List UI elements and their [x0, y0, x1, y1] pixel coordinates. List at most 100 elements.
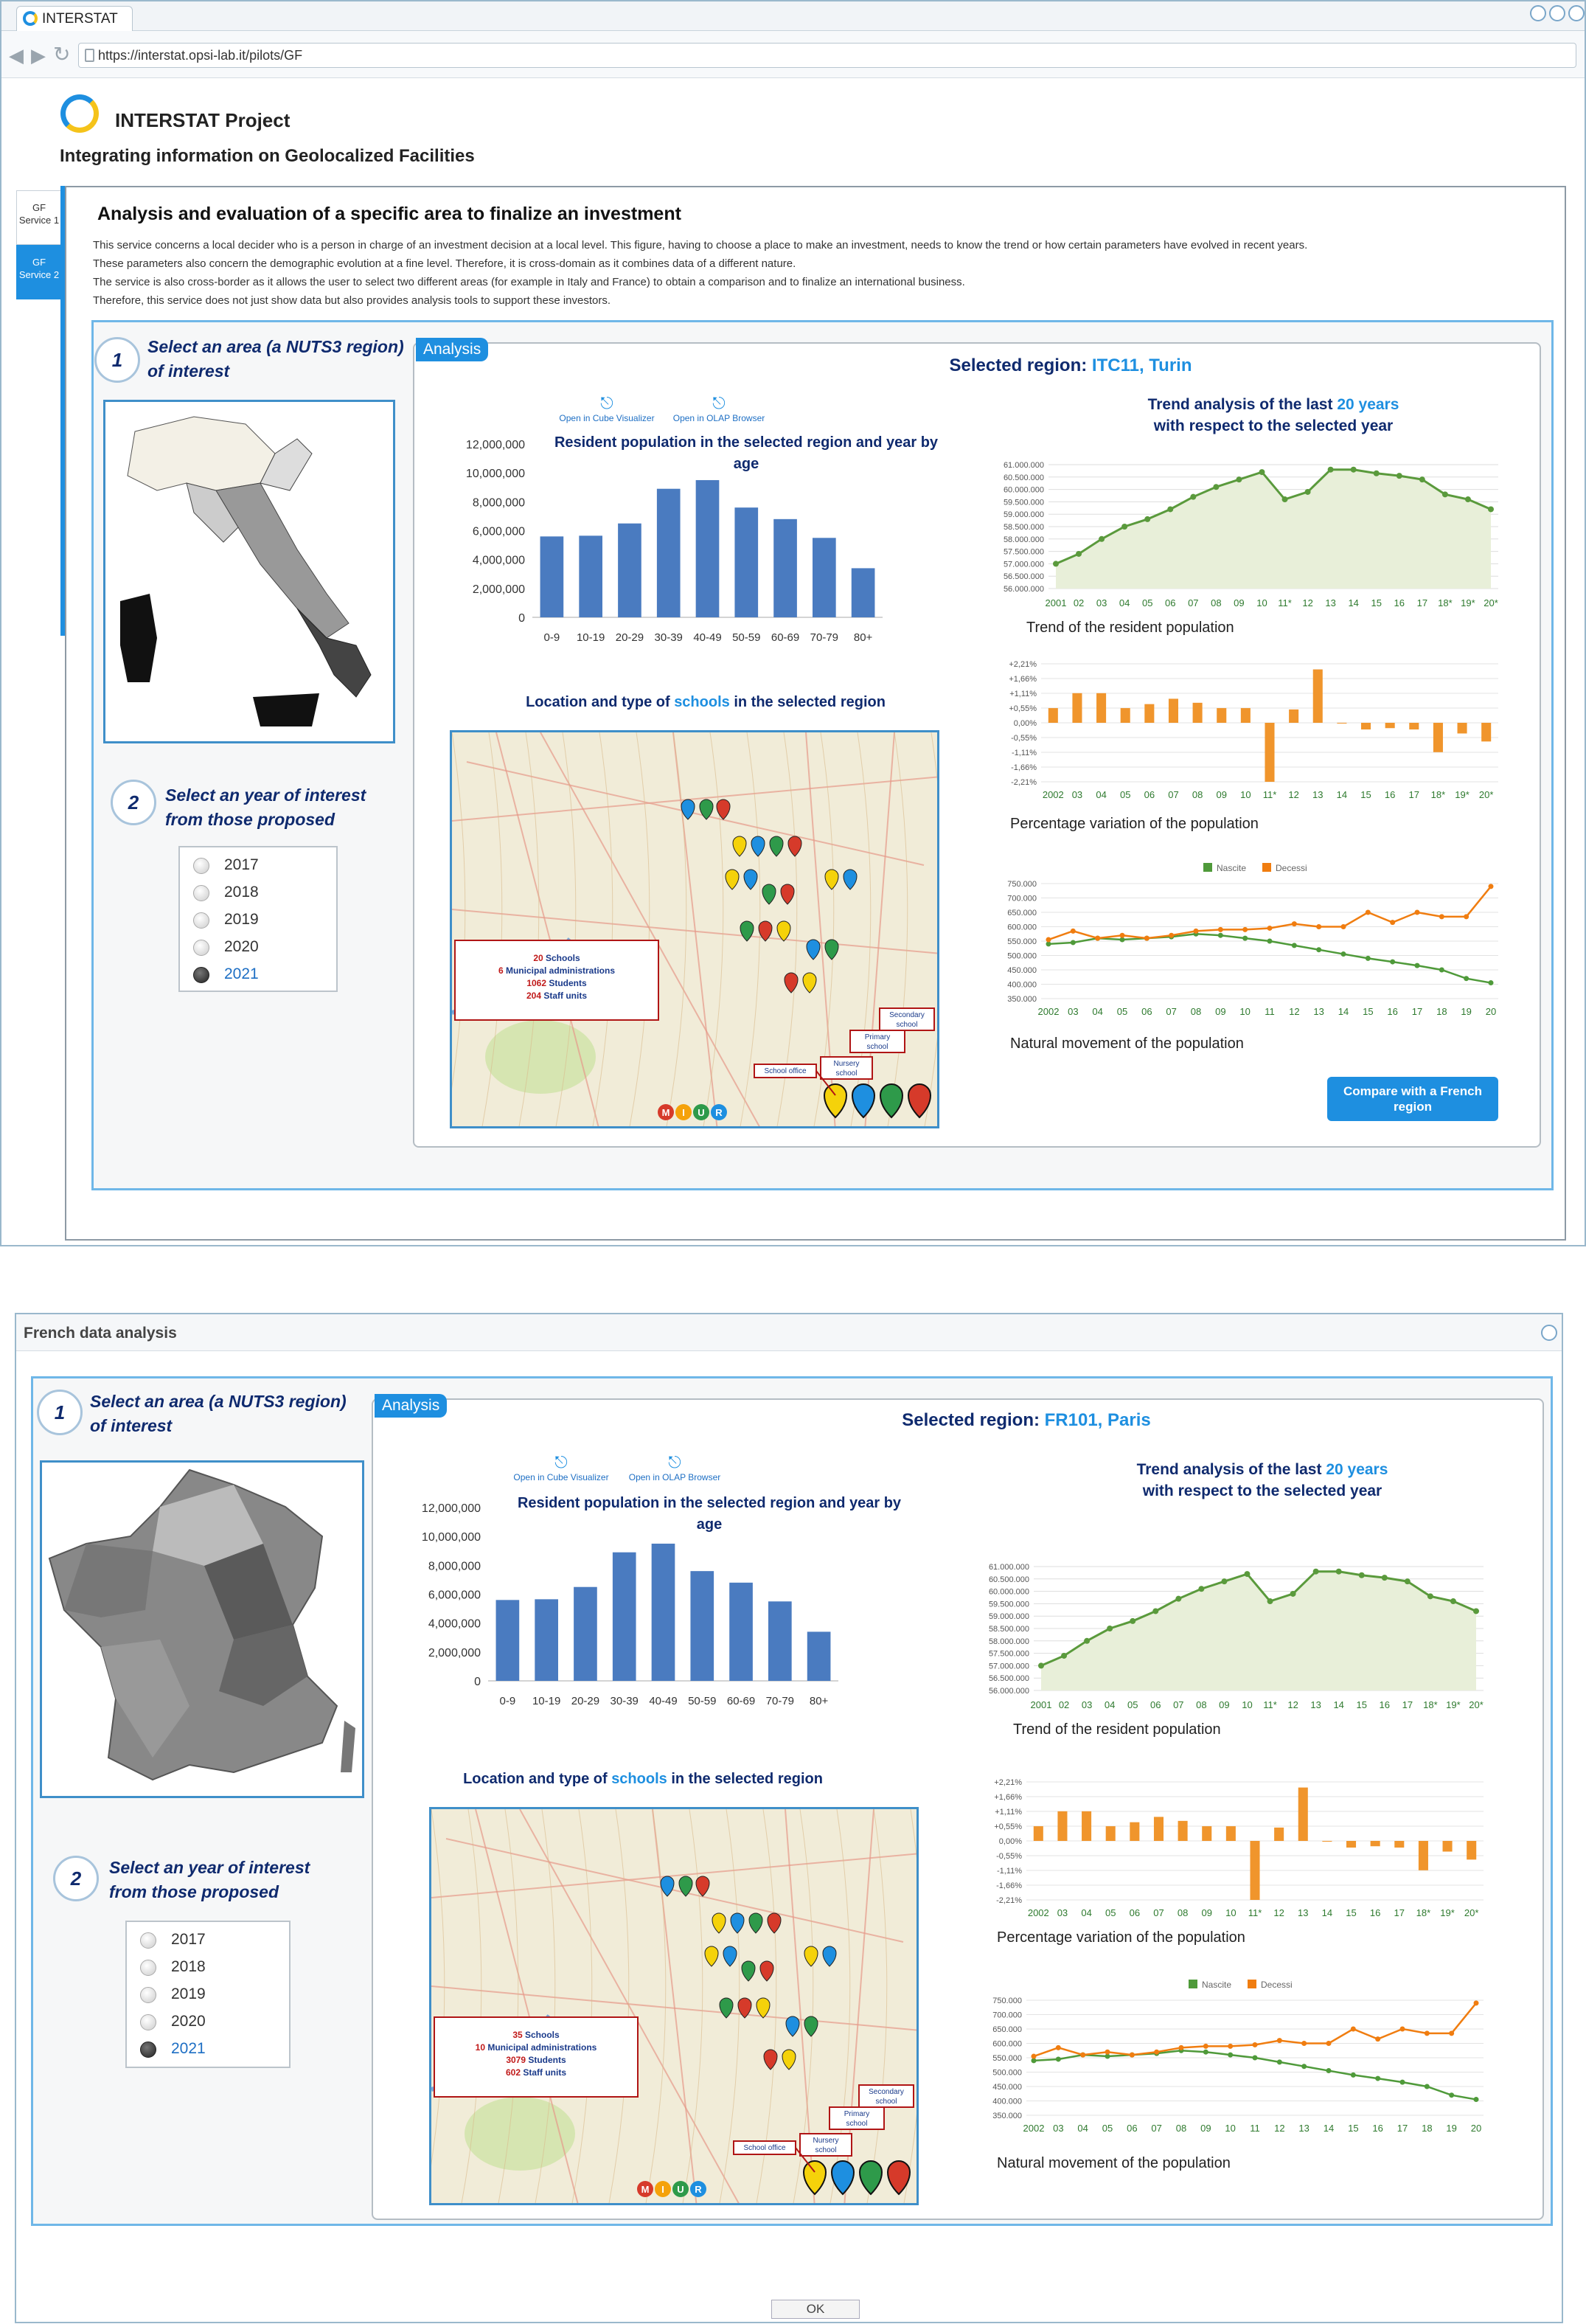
map-title-hl: schools — [674, 694, 730, 710]
italy-map-shape[interactable] — [105, 402, 393, 741]
year-option-2017[interactable]: 2017 — [127, 1926, 289, 1953]
url-input[interactable]: https://interstat.opsi-lab.it/pilots/GF — [78, 43, 1576, 68]
italy-map[interactable] — [103, 400, 395, 743]
series-point — [1080, 2052, 1086, 2058]
open-olap-browser-link[interactable]: ⎋ Open in OLAP Browser — [619, 1453, 730, 1482]
series-point — [1350, 2026, 1356, 2032]
radio-icon[interactable] — [140, 1932, 156, 1949]
back-arrow-icon[interactable]: ◀ — [9, 44, 24, 67]
open-cube-visualizer-link[interactable]: ⎋ Open in Cube Visualizer — [506, 1453, 616, 1482]
x-tick-label: 20* — [1484, 597, 1498, 608]
year-option-2019[interactable]: 2019 — [180, 906, 336, 933]
maximize-icon[interactable] — [1549, 5, 1565, 21]
region-name: ITC11, Turin — [1091, 355, 1192, 375]
pct-bar — [1072, 693, 1082, 723]
y-tick-label: 650.000 — [1007, 909, 1037, 918]
radio-icon[interactable] — [193, 885, 209, 901]
year-option-2020[interactable]: 2020 — [127, 2008, 289, 2035]
year-label: 2021 — [224, 965, 259, 982]
x-tick-label: 40-49 — [649, 1695, 677, 1707]
x-tick-label: 80+ — [810, 1695, 829, 1707]
year-option-2018[interactable]: 2018 — [180, 878, 336, 906]
series-point — [1203, 2049, 1208, 2055]
series-line — [1033, 2002, 1477, 2058]
x-tick-label: 05 — [1117, 1006, 1127, 1017]
y-tick-label: 58.500.000 — [1004, 523, 1044, 532]
trend-point — [1130, 1617, 1136, 1624]
pct-bar — [1033, 1826, 1043, 1841]
primary-school-label-text: Primary — [865, 1033, 890, 1041]
series-point — [1424, 2084, 1430, 2089]
trend-point — [1038, 1662, 1044, 1669]
series-point — [1399, 2026, 1405, 2032]
x-tick-label: 19 — [1461, 1006, 1471, 1017]
sidebar-tab-label: GF Service 1 — [18, 202, 60, 226]
y-tick-label: 550.000 — [1007, 937, 1037, 946]
series-point — [1217, 932, 1223, 938]
link-label: Open in OLAP Browser — [628, 1472, 721, 1482]
x-tick-label: 2002 — [1028, 1907, 1049, 1918]
year-option-2021[interactable]: 2021 — [127, 2035, 289, 2062]
y-tick-label: -1,66% — [996, 1881, 1022, 1890]
x-tick-label: 70-79 — [766, 1695, 794, 1707]
year-option-2018[interactable]: 2018 — [127, 1953, 289, 1980]
nursery-school-label-text: school — [836, 1069, 858, 1078]
compare-french-region-button[interactable]: Compare with a French region — [1327, 1077, 1498, 1121]
step-2-circle: 2 — [111, 780, 156, 825]
radio-icon[interactable] — [140, 1987, 156, 2003]
year-option-2019[interactable]: 2019 — [127, 1980, 289, 2008]
map-canvas[interactable]: M I U RSecondaryschoolPrimaryschoolNurserys… — [452, 732, 939, 1128]
forward-arrow-icon[interactable]: ▶ — [31, 44, 46, 67]
natural-movement-chart: Nascite Decessi 750.000 700.000 650.000 600.0… — [1007, 863, 1498, 1017]
browser-tab[interactable]: INTERSTAT — [16, 6, 133, 31]
x-tick-label: 13 — [1298, 1907, 1308, 1918]
nursery-school-label-text: school — [815, 2146, 837, 2154]
x-tick-label: 04 — [1096, 789, 1106, 800]
open-olap-browser-link[interactable]: ⎋ Open in OLAP Browser — [664, 394, 774, 423]
france-map[interactable] — [40, 1460, 364, 1798]
pct-bar — [1265, 723, 1275, 782]
info-line: 602 Staff units — [506, 2067, 566, 2078]
population-bar — [695, 479, 720, 617]
radio-icon[interactable] — [140, 2014, 156, 2030]
export-icon: ⎋ — [668, 1453, 681, 1471]
year-option-2021[interactable]: 2021 — [180, 960, 336, 988]
series-point — [1267, 938, 1273, 944]
population-bar — [651, 1543, 675, 1681]
dialog-close-icon[interactable] — [1541, 1325, 1557, 1341]
schools-map[interactable]: M I U R Secondary school Primary school Nursery s… — [429, 1807, 919, 2205]
radio-icon[interactable] — [193, 967, 209, 983]
close-icon[interactable] — [1568, 5, 1585, 21]
x-tick-label: 06 — [1144, 789, 1155, 800]
nat-caption: Natural movement of the population — [997, 2155, 1231, 2171]
pct-bar — [1250, 1841, 1260, 1900]
sidebar-tab-gf-service-2[interactable]: GF Service 2 — [16, 245, 62, 299]
x-tick-label: 17 — [1417, 597, 1427, 608]
trend-point — [1244, 1571, 1251, 1578]
open-cube-visualizer-link[interactable]: ⎋ Open in Cube Visualizer — [552, 394, 662, 423]
y-tick-label: -1,66% — [1011, 763, 1037, 772]
schools-map[interactable]: M I U R Secondary school Primary school Nursery s… — [450, 730, 939, 1128]
series-point — [1193, 928, 1199, 934]
step-1-text: Select an area (a NUTS3 region) of inter… — [147, 337, 404, 381]
ok-button[interactable]: OK — [771, 2300, 860, 2319]
reload-icon[interactable]: ↻ — [53, 42, 70, 66]
x-tick-label: 12 — [1273, 1907, 1284, 1918]
radio-icon[interactable] — [193, 940, 209, 956]
year-option-2020[interactable]: 2020 — [180, 933, 336, 960]
minimize-icon[interactable] — [1530, 5, 1546, 21]
radio-icon[interactable] — [140, 1960, 156, 1976]
radio-icon[interactable] — [140, 2042, 156, 2058]
x-tick-label: 15 — [1348, 2123, 1358, 2134]
pct-bar — [1467, 1841, 1477, 1860]
year-option-2017[interactable]: 2017 — [180, 851, 336, 878]
map-canvas[interactable]: M I U RSecondaryschoolPrimaryschoolNurserys… — [431, 1809, 919, 2205]
miur-logo-letter: U — [698, 1107, 704, 1118]
radio-icon[interactable] — [193, 912, 209, 929]
radio-icon[interactable] — [193, 858, 209, 874]
france-map-shape[interactable] — [42, 1463, 362, 1796]
sidebar-tab-gf-service-1[interactable]: GF Service 1 — [16, 190, 62, 245]
y-tick-label: 56.500.000 — [989, 1674, 1029, 1683]
x-tick-label: 08 — [1178, 1907, 1188, 1918]
series-point — [1046, 937, 1051, 943]
